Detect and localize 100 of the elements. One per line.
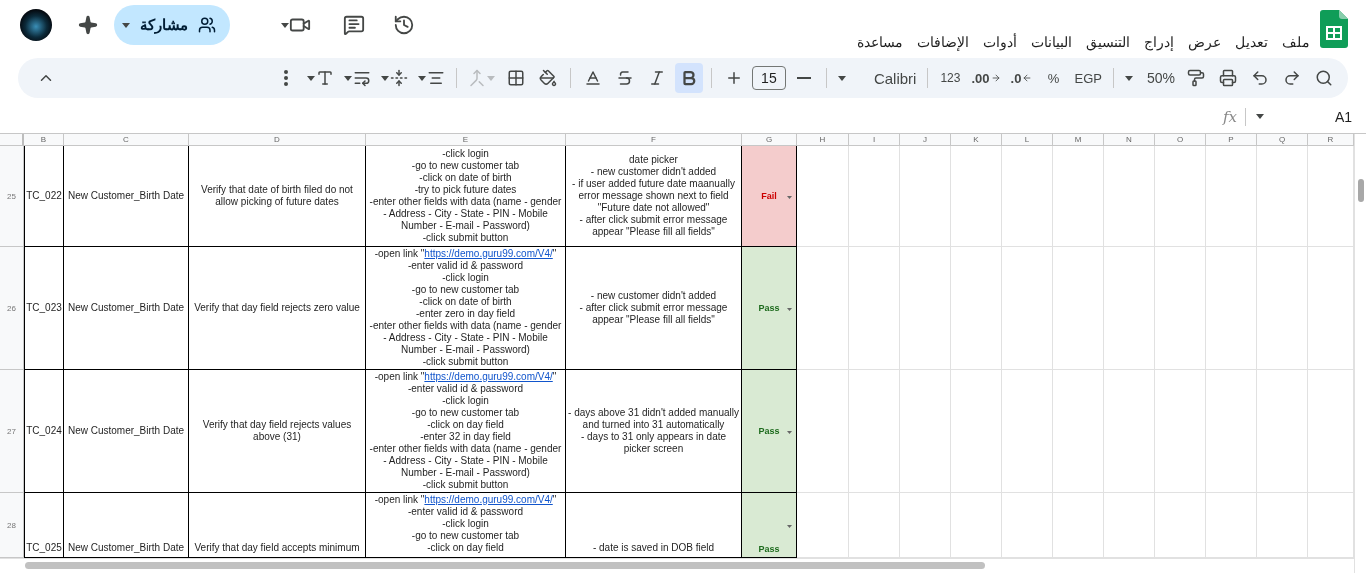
menu-item[interactable]: التنسيق	[1086, 34, 1130, 50]
column-header[interactable]: M	[1053, 134, 1104, 146]
align-center-icon	[426, 69, 445, 87]
link[interactable]: https://demo.guru99.com/V4/	[424, 248, 553, 259]
result-line: picker screen	[623, 443, 684, 455]
column-header[interactable]: C	[64, 134, 189, 146]
result-line: - if user added future date maanually	[572, 178, 735, 190]
bold-button[interactable]	[674, 63, 703, 93]
menu-item[interactable]: مساعدة	[857, 34, 903, 50]
sparkle-icon	[78, 15, 98, 35]
redo-icon	[1283, 69, 1301, 87]
menu-item[interactable]: تعديل	[1235, 34, 1268, 50]
column-header[interactable]: F	[566, 134, 742, 146]
arrow-left-icon	[1022, 73, 1033, 83]
step-line: -enter zero in day field	[416, 308, 515, 320]
column-header[interactable]: D	[189, 134, 366, 146]
paint-roller-icon	[1187, 69, 1205, 87]
search-icon	[1315, 69, 1333, 87]
step-line: -enter valid id & password	[407, 260, 524, 272]
step-line: -click submit button	[422, 479, 509, 491]
caret-icon	[787, 525, 792, 528]
caret-icon	[837, 75, 846, 81]
status-dropdown[interactable]: Pass	[742, 370, 797, 493]
history-icon	[393, 14, 415, 36]
caret-icon	[1124, 75, 1133, 81]
link[interactable]: https://demo.guru99.com/V4/	[424, 371, 553, 382]
share-button[interactable]: مشاركة	[114, 5, 230, 45]
menu-item[interactable]: الإضافات	[917, 34, 969, 50]
result-line: - new customer didn't added	[590, 290, 717, 302]
zoom-dropdown[interactable]: 50%	[1121, 63, 1178, 93]
row-number[interactable]: 26	[0, 247, 24, 370]
column-header[interactable]: B	[24, 134, 64, 146]
caret-icon	[1256, 114, 1264, 119]
spreadsheet-logo	[1320, 10, 1348, 48]
result-line: - days to 31 only appears in date	[580, 431, 727, 443]
step-line: -click on day field	[427, 542, 504, 554]
name-box[interactable]: A1	[1246, 108, 1352, 125]
increase-decimal-button[interactable]: .00	[968, 63, 1004, 93]
column-header[interactable]: R	[1308, 134, 1354, 146]
scrollbar-thumb[interactable]	[1357, 179, 1364, 202]
menu-item[interactable]: ملف	[1282, 34, 1310, 50]
currency-button[interactable]: EGP	[1071, 63, 1105, 93]
step-line: -enter other fields with data (name - gender	[369, 320, 562, 332]
decrease-decimal-button[interactable]: .0	[1007, 63, 1036, 93]
result-line: and turned into 31 automatically	[582, 419, 725, 431]
merge-icon	[467, 69, 486, 87]
minus-icon	[796, 77, 811, 79]
column-header[interactable]: N	[1104, 134, 1155, 146]
table-cell: TC_024	[24, 370, 64, 493]
table-cell: New Customer_Birth Date	[64, 247, 189, 370]
menu-item[interactable]: البيانات	[1031, 34, 1072, 50]
caret-icon	[380, 75, 389, 81]
caret-icon	[343, 75, 352, 81]
step-line: - Address - City - State - PIN - Mobile	[383, 332, 548, 344]
status-dropdown[interactable]: Pass	[742, 247, 797, 370]
number-format-button[interactable]: 123	[936, 63, 965, 93]
table-cell: TC_023	[24, 247, 64, 370]
result-line: appear "Please fill all fields"	[592, 226, 715, 238]
step-line: -try to pick future dates	[414, 184, 517, 196]
row-number[interactable]: 25	[0, 146, 24, 247]
menu-item[interactable]: إدراج	[1144, 34, 1174, 50]
scrollbar-thumb[interactable]	[25, 562, 985, 569]
avatar[interactable]	[20, 9, 52, 41]
caret-icon	[417, 75, 426, 81]
column-header[interactable]: K	[951, 134, 1002, 146]
column-header[interactable]: G	[742, 134, 797, 146]
step-line: -open link "https://demo.guru99.com/V4/"	[374, 371, 557, 383]
column-header[interactable]: J	[900, 134, 951, 146]
step-line: -go to new customer tab	[411, 407, 520, 419]
table-cell: New Customer_Birth Date	[64, 370, 189, 493]
step-line: -go to new customer tab	[411, 530, 520, 542]
printer-icon	[1219, 69, 1237, 87]
column-header[interactable]: H	[797, 134, 849, 146]
column-header[interactable]: E	[366, 134, 566, 146]
column-header[interactable]: P	[1206, 134, 1257, 146]
step-line: -enter other fields with data (name - gender	[369, 443, 562, 455]
result-line: date picker	[629, 154, 678, 166]
link[interactable]: https://demo.guru99.com/V4/	[424, 494, 553, 505]
column-header[interactable]: Q	[1257, 134, 1308, 146]
status-dropdown[interactable]: Fail	[742, 146, 797, 247]
step-line: -enter 32 in day field	[420, 431, 511, 443]
column-header[interactable]: O	[1155, 134, 1206, 146]
menu-item[interactable]: أدوات	[983, 34, 1017, 50]
arrow-right-icon	[990, 73, 1001, 83]
row-number[interactable]: 28	[0, 493, 24, 558]
row-number[interactable]: 27	[0, 370, 24, 493]
table-cell: Verify that day field rejects zero value	[189, 247, 366, 370]
column-header[interactable]: I	[849, 134, 900, 146]
caret-icon	[787, 431, 792, 434]
status-dropdown[interactable]: Pass	[742, 493, 797, 558]
step-line: - Address - City - State - PIN - Mobile	[383, 208, 548, 220]
menu-item[interactable]: عرض	[1188, 34, 1221, 50]
column-header[interactable]: L	[1002, 134, 1053, 146]
font-size-field[interactable]: 15	[751, 66, 786, 90]
step-line: Number - E-mail - Password)	[401, 344, 530, 356]
step-line: Number - E-mail - Password)	[401, 467, 530, 479]
result-line: - after click submit error message	[579, 214, 728, 226]
percent-button[interactable]: %	[1039, 63, 1068, 93]
font-dropdown[interactable]: Calibri	[834, 63, 920, 93]
more-icon	[283, 70, 288, 86]
